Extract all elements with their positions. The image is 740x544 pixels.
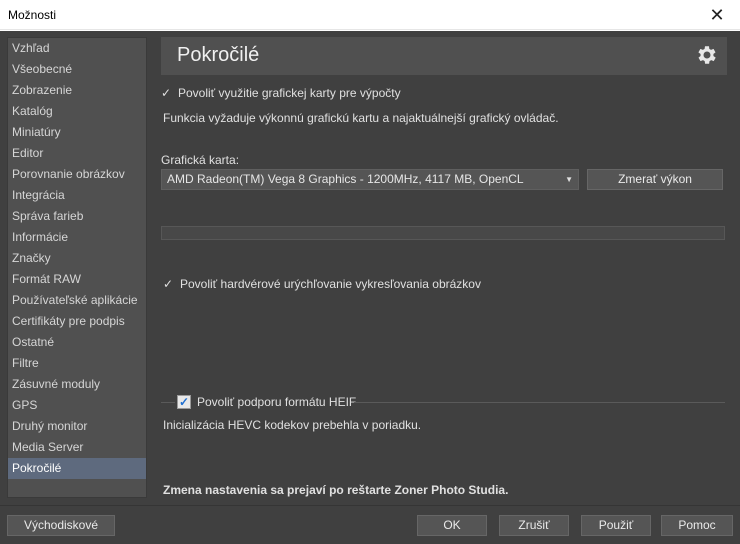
heif-checkbox[interactable]: ✓ Povoliť podporu formátu HEIF bbox=[177, 395, 356, 409]
measure-performance-button[interactable]: Zmerať výkon bbox=[587, 169, 723, 190]
sidebar-item-filtre[interactable]: Filtre bbox=[8, 353, 146, 374]
sidebar-item-ostatne[interactable]: Ostatné bbox=[8, 332, 146, 353]
help-button[interactable]: Pomoc bbox=[661, 515, 733, 536]
sidebar-item-sprava-farieb[interactable]: Správa farieb bbox=[8, 206, 146, 227]
sidebar-item-integracia[interactable]: Integrácia bbox=[8, 185, 146, 206]
sidebar-item-katalog[interactable]: Katalóg bbox=[8, 101, 146, 122]
chevron-down-icon: ▼ bbox=[565, 175, 573, 184]
hw-accel-label: Povoliť hardvérové urýchľovanie vykresľo… bbox=[180, 277, 481, 291]
checkmark-icon[interactable]: ✓ bbox=[161, 86, 174, 100]
gear-icon[interactable] bbox=[695, 43, 719, 67]
sidebar-item-pouzivatelske-aplikacie[interactable]: Používateľské aplikácie bbox=[8, 290, 146, 311]
section-header: Pokročilé bbox=[161, 37, 727, 75]
sidebar-item-vzhlad[interactable]: Vzhľad bbox=[8, 38, 146, 59]
sidebar-item-zasuvne-moduly[interactable]: Zásuvné moduly bbox=[8, 374, 146, 395]
sidebar-item-pokrocile[interactable]: Pokročilé bbox=[8, 458, 146, 479]
ok-button[interactable]: OK bbox=[417, 515, 487, 536]
graphics-card-label: Grafická karta: bbox=[161, 153, 240, 167]
sidebar-item-druhy-monitor[interactable]: Druhý monitor bbox=[8, 416, 146, 437]
sidebar-item-format-raw[interactable]: Formát RAW bbox=[8, 269, 146, 290]
close-icon[interactable]: ✕ bbox=[694, 0, 740, 30]
sidebar-item-porovnanie-obrazkov[interactable]: Porovnanie obrázkov bbox=[8, 164, 146, 185]
sidebar: Vzhľad Všeobecné Zobrazenie Katalóg Miniatúr… bbox=[7, 37, 147, 498]
checkbox-checked-icon[interactable]: ✓ bbox=[177, 395, 191, 409]
sidebar-item-editor[interactable]: Editor bbox=[8, 143, 146, 164]
apply-button[interactable]: Použiť bbox=[581, 515, 651, 536]
sidebar-item-znacky[interactable]: Značky bbox=[8, 248, 146, 269]
main-panel: Pokročilé ✓ Povoliť využitie grafickej k… bbox=[161, 37, 727, 506]
defaults-button[interactable]: Východiskové bbox=[7, 515, 115, 536]
heif-status: Inicializácia HEVC kodekov prebehla v po… bbox=[163, 418, 422, 432]
sidebar-item-media-server[interactable]: Media Server bbox=[8, 437, 146, 458]
sidebar-item-vseobecne[interactable]: Všeobecné bbox=[8, 59, 146, 80]
sidebar-item-informacie[interactable]: Informácie bbox=[8, 227, 146, 248]
gpu-compute-label: Povoliť využitie grafickej karty pre výp… bbox=[178, 86, 401, 100]
benchmark-progress-bar bbox=[161, 226, 725, 240]
sidebar-item-gps[interactable]: GPS bbox=[8, 395, 146, 416]
sidebar-item-certifikaty-pre-podpis[interactable]: Certifikáty pre podpis bbox=[8, 311, 146, 332]
title-bar: Možnosti ✕ bbox=[0, 0, 740, 30]
graphics-card-select[interactable]: AMD Radeon(TM) Vega 8 Graphics - 1200MHz… bbox=[161, 169, 579, 190]
hw-accel-checkbox[interactable]: ✓ Povoliť hardvérové urýchľovanie vykres… bbox=[163, 277, 481, 291]
heif-label: Povoliť podporu formátu HEIF bbox=[197, 395, 357, 409]
gpu-compute-checkbox[interactable]: ✓ Povoliť využitie grafickej karty pre v… bbox=[161, 86, 401, 100]
sidebar-item-miniatury[interactable]: Miniatúry bbox=[8, 122, 146, 143]
page-title: Pokročilé bbox=[177, 44, 260, 66]
checkmark-icon[interactable]: ✓ bbox=[163, 277, 176, 291]
cancel-button[interactable]: Zrušiť bbox=[499, 515, 569, 536]
restart-note: Zmena nastavenia sa prejaví po reštarte … bbox=[163, 483, 509, 497]
footer-divider bbox=[0, 505, 740, 506]
window-title: Možnosti bbox=[8, 8, 57, 22]
graphics-card-value: AMD Radeon(TM) Vega 8 Graphics - 1200MHz… bbox=[167, 172, 524, 186]
divider bbox=[354, 402, 725, 403]
divider bbox=[161, 402, 175, 403]
dialog-body: Vzhľad Všeobecné Zobrazenie Katalóg Miniatúr… bbox=[0, 31, 740, 544]
sidebar-item-zobrazenie[interactable]: Zobrazenie bbox=[8, 80, 146, 101]
gpu-compute-note: Funkcia vyžaduje výkonnú grafickú kartu … bbox=[163, 111, 559, 125]
